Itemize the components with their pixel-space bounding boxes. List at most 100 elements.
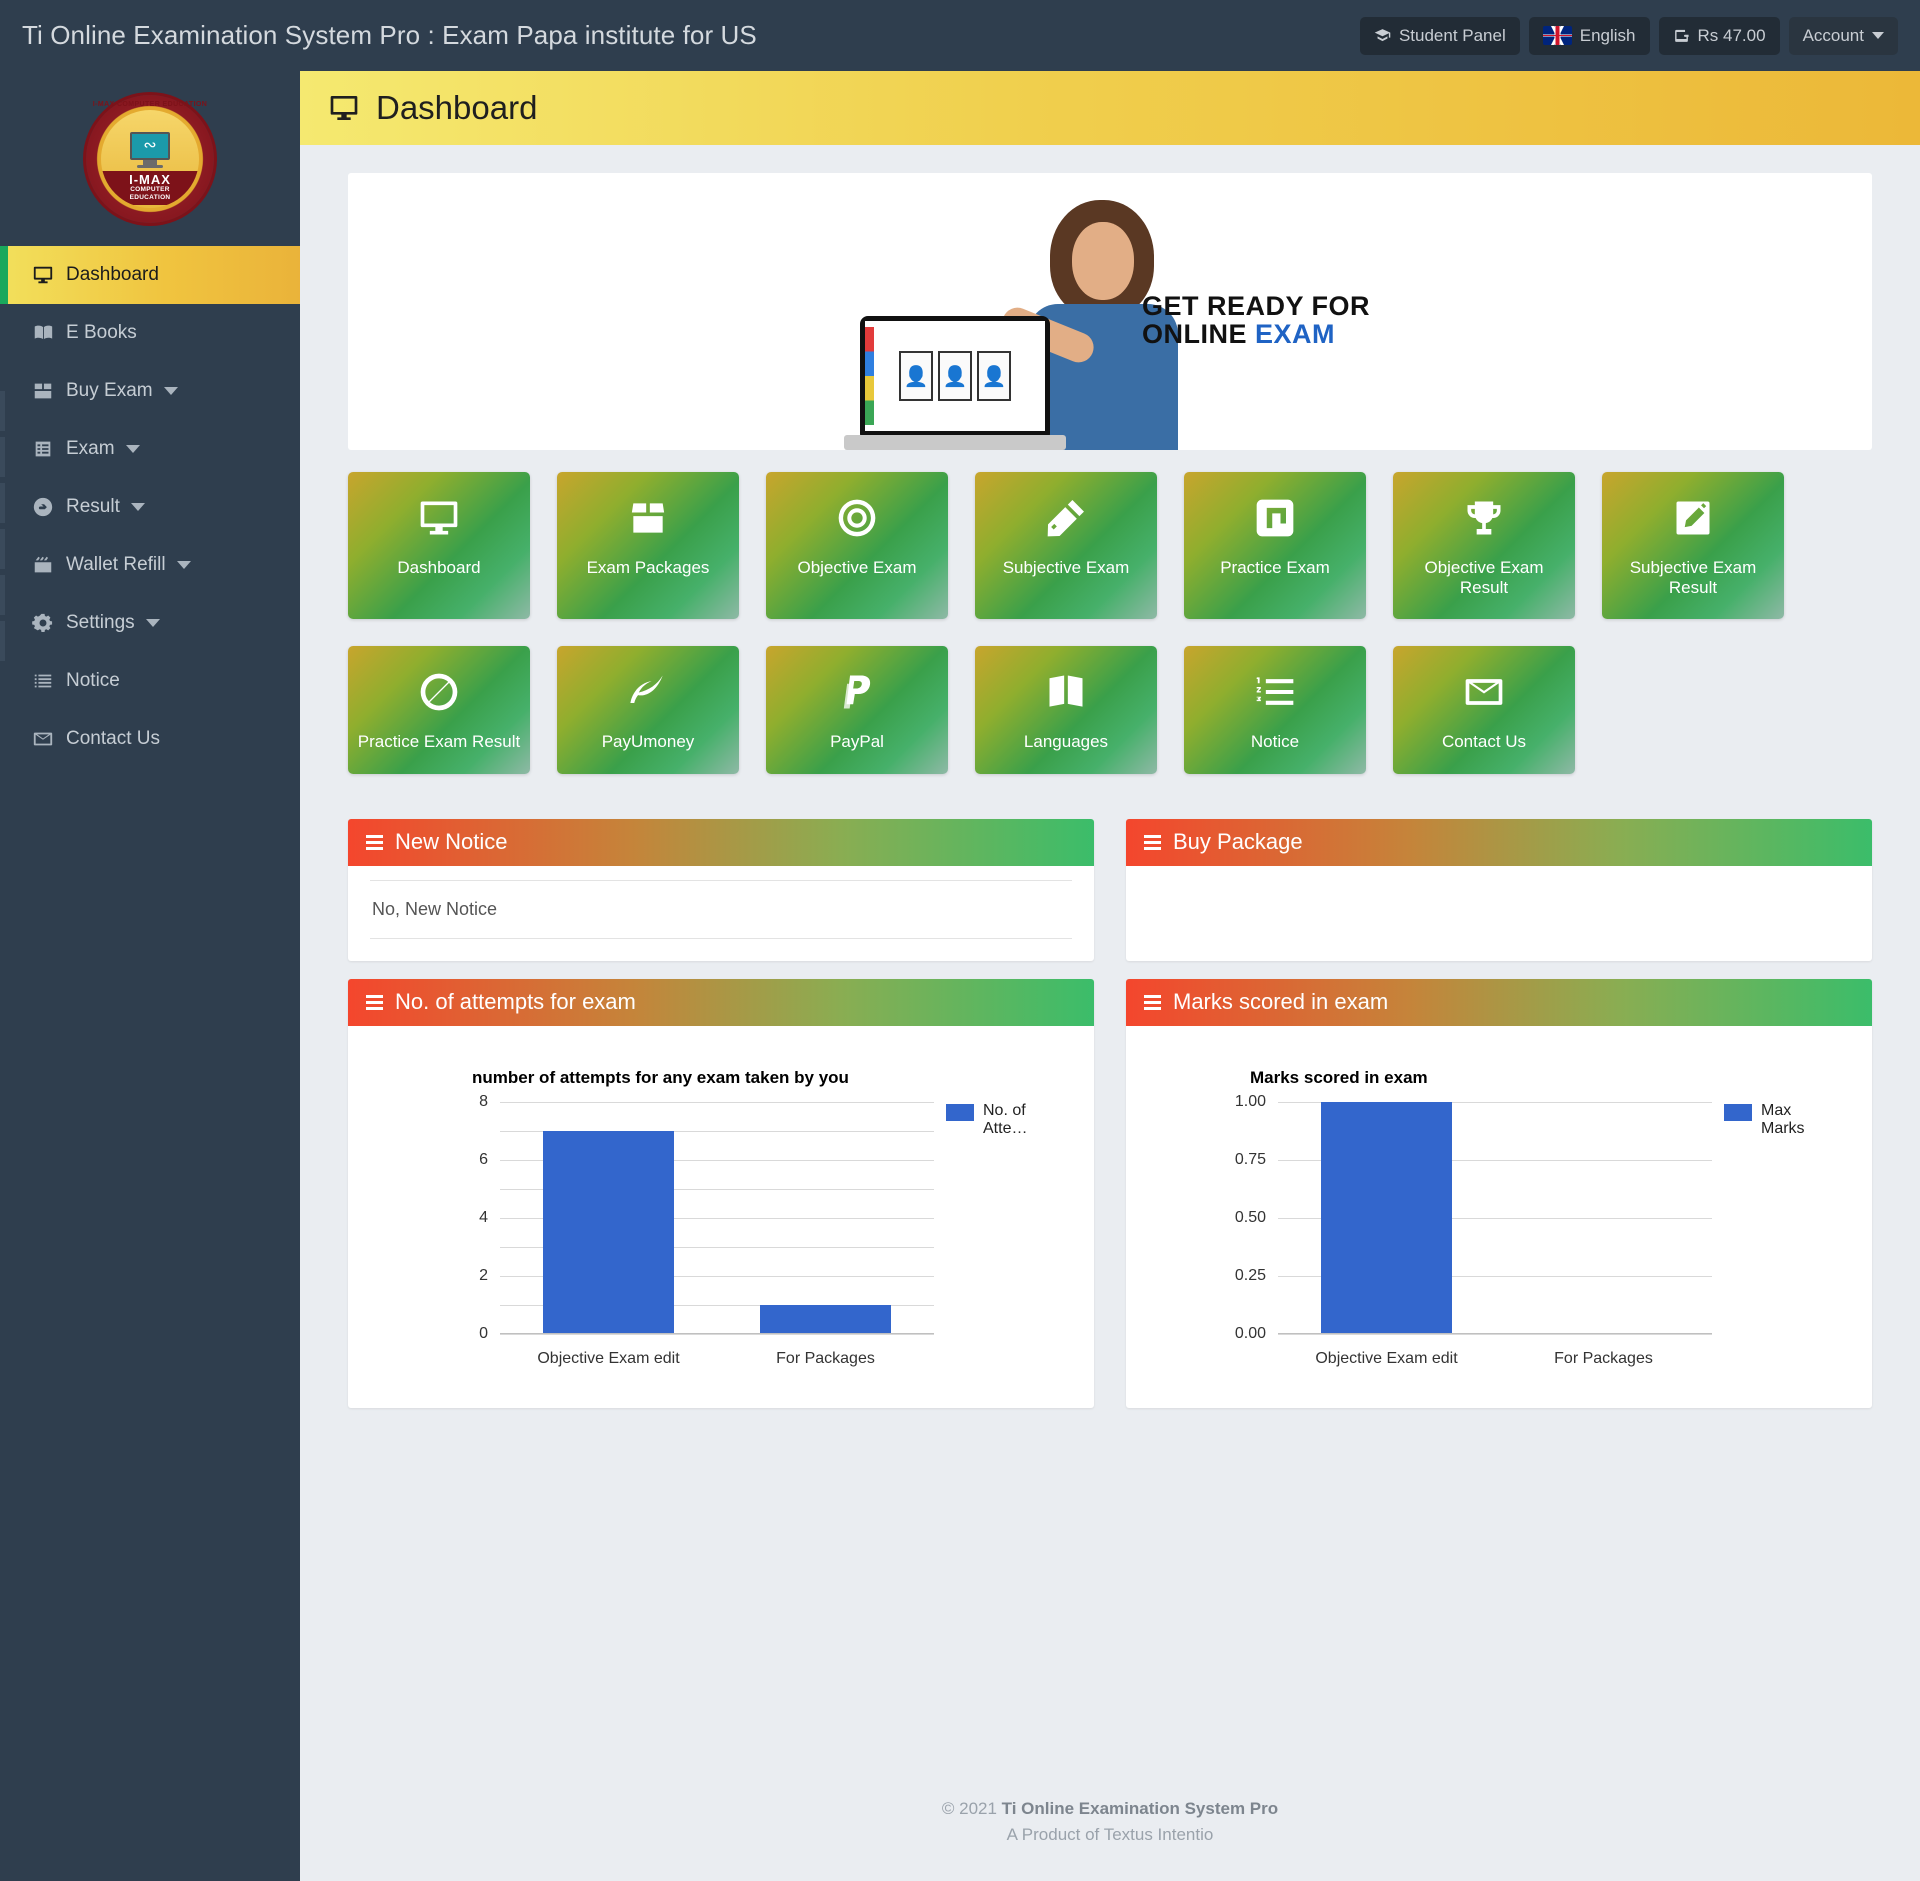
chart-title: number of attempts for any exam taken by… (472, 1067, 849, 1087)
chart-x-label: Objective Exam edit (1315, 1349, 1458, 1367)
account-menu-button[interactable]: Account (1788, 16, 1898, 55)
chart-x-label: For Packages (776, 1349, 875, 1367)
user-graduate-icon (1374, 27, 1391, 44)
notice-icon (32, 670, 66, 692)
tile-practice-exam-result[interactable]: Practice Exam Result (348, 646, 530, 774)
logo-sub-line1: COMPUTER (130, 186, 170, 194)
footer: © 2021 Ti Online Examination System Pro … (300, 1796, 1920, 1847)
wallet-icon (32, 554, 66, 576)
tile-objective-exam-result[interactable]: Objective Exam Result (1393, 472, 1575, 620)
footer-copyright-name: Ti Online Examination System Pro (1001, 1799, 1279, 1818)
top-bar-actions: Student Panel English Rs 47.00 Account (1359, 16, 1898, 55)
footer-product: A Product of Textus Intentio (1006, 1824, 1214, 1844)
chevron-down-icon (145, 619, 160, 627)
sidebar-item-dashboard[interactable]: Dashboard (0, 246, 300, 304)
tile-label: Contact Us (1441, 732, 1527, 752)
sidebar-item-buy-exam[interactable]: Buy Exam (0, 362, 300, 420)
monitor-icon (417, 494, 461, 542)
tile-label: Subjective Exam Result (1629, 558, 1757, 597)
chart-y-tick: 1.00 (1234, 1092, 1266, 1110)
chart-y-tick: 0.50 (1234, 1208, 1266, 1226)
envelope-icon (1462, 668, 1506, 716)
chart-legend-swatch (1724, 1103, 1752, 1121)
circle-slash-icon (417, 668, 461, 716)
logo-monitor-base (137, 164, 163, 168)
tile-label: PayPal (830, 732, 884, 752)
tile-payumoney[interactable]: PayUmoney (557, 646, 739, 774)
wallet-balance-button[interactable]: Rs 47.00 (1658, 16, 1780, 55)
wallet-amount: Rs 47.00 (1697, 25, 1766, 45)
chart-title: Marks scored in exam (1250, 1067, 1428, 1087)
tile-subjective-exam[interactable]: Subjective Exam (975, 472, 1157, 620)
sidebar-item-settings[interactable]: Settings (0, 594, 300, 652)
sidebar-item-e-books[interactable]: E Books (0, 304, 300, 362)
page-title: Dashboard (376, 89, 538, 126)
account-label: Account (1802, 25, 1864, 45)
tile-label: Notice (1250, 732, 1300, 752)
banner-laptop-screen: 👤 👤 👤 (865, 321, 1045, 431)
sidebar-rail (0, 391, 5, 431)
chart-y-tick: 6 (479, 1150, 488, 1168)
logo-band: I-MAX COMPUTER EDUCATION (101, 170, 199, 205)
sidebar-item-result[interactable]: Result (0, 478, 300, 536)
sidebar-rail (0, 575, 5, 615)
chart-y-tick: 4 (479, 1208, 488, 1226)
tile-label: Practice Exam Result (357, 732, 521, 752)
sidebar-rail (0, 483, 5, 523)
tile-exam-packages[interactable]: Exam Packages (557, 472, 739, 620)
buy-package-panel-header: Buy Package (1126, 818, 1872, 866)
chart-x-label: For Packages (1554, 1349, 1653, 1367)
tile-languages[interactable]: Languages (975, 646, 1157, 774)
tile-label: Objective Exam (797, 558, 917, 577)
logo-arc-text: I-MAX COMPUTER EDUCATION (92, 100, 208, 108)
sidebar-item-label: Contact Us (66, 728, 160, 749)
tile-dashboard[interactable]: Dashboard (348, 472, 530, 620)
corner-square-icon (1253, 494, 1297, 542)
sidebar-item-exam[interactable]: Exam (0, 420, 300, 478)
sidebar-nav: Dashboard E Books Buy Exam Exam Result Wallet… (0, 246, 300, 768)
sidebar-item-label: Result (66, 496, 120, 517)
sidebar-item-label: Notice (66, 670, 120, 691)
chart-bar (760, 1304, 891, 1334)
student-panel-button[interactable]: Student Panel (1359, 16, 1520, 55)
chart-legend: No. of Atte… (946, 1102, 1047, 1139)
buy-package-panel-body (1126, 866, 1872, 940)
tile-practice-exam[interactable]: Practice Exam (1184, 472, 1366, 620)
tile-label: Practice Exam (1220, 558, 1330, 577)
footer-copyright: © 2021 Ti Online Examination System Pro (300, 1796, 1920, 1822)
student-panel-label: Student Panel (1398, 25, 1506, 45)
banner-card-3: 👤 (977, 351, 1011, 401)
wallet-icon (1673, 27, 1690, 44)
sidebar-item-wallet-refill[interactable]: Wallet Refill (0, 536, 300, 594)
language-button[interactable]: English (1528, 16, 1650, 55)
chart-gridline (1278, 1333, 1712, 1335)
sidebar-item-contact-us[interactable]: Contact Us (0, 710, 300, 768)
logo-wave-glyph: ∾ (143, 136, 157, 154)
trophy-icon (1462, 494, 1506, 542)
tile-subjective-exam-result[interactable]: Subjective Exam Result (1602, 472, 1784, 620)
chart-bar (1321, 1101, 1452, 1334)
menu-icon (366, 834, 383, 850)
sidebar-item-label: Buy Exam (66, 380, 153, 401)
tile-notice[interactable]: Notice (1184, 646, 1366, 774)
tile-objective-exam[interactable]: Objective Exam (766, 472, 948, 620)
target-icon (835, 494, 879, 542)
sidebar-item-notice[interactable]: Notice (0, 652, 300, 710)
notice-empty-text: No, New Notice (370, 879, 1072, 939)
tile-paypal[interactable]: PayPal (766, 646, 948, 774)
marks-chart-panel: Marks scored in exam Marks scored in exa… (1126, 978, 1872, 1408)
info-panel-row: New Notice No, New Notice Buy Package (348, 818, 1872, 961)
marks-panel-title: Marks scored in exam (1173, 989, 1389, 1015)
banner-line-1: GET READY FOR (1141, 291, 1370, 321)
box-icon (32, 380, 66, 402)
tile-contact-us[interactable]: Contact Us (1393, 646, 1575, 774)
banner-person-face (1072, 222, 1134, 300)
chart-y-tick: 0.00 (1234, 1324, 1266, 1342)
sidebar-rail (0, 621, 5, 661)
chevron-down-icon (125, 445, 140, 453)
chart-legend-label: No. of Atte… (983, 1101, 1028, 1138)
chart-plot-area: 0.00 0.25 0.50 0.75 1.00 Objective Exam edit F… (1235, 1093, 1712, 1367)
logo-inner: ∾ I-MAX COMPUTER EDUCATION (101, 109, 199, 208)
sidebar-item-label: Dashboard (66, 264, 159, 285)
logo-badge: I-MAX COMPUTER EDUCATION ∾ I-MAX COMPUTE… (86, 94, 214, 223)
